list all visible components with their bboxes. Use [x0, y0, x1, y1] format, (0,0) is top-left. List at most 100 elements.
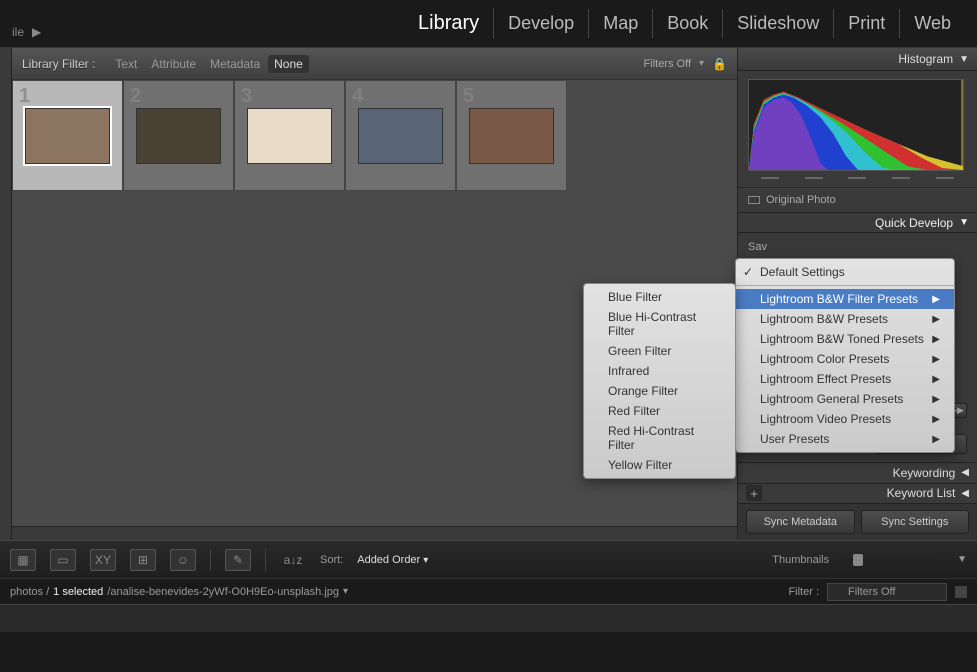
add-keyword-button[interactable]: + — [746, 485, 762, 501]
keyword-list-label: Keyword List — [887, 486, 956, 500]
preset-menu[interactable]: Default Settings Lightroom B&W Filter Pre… — [735, 258, 955, 453]
sync-metadata-button[interactable]: Sync Metadata — [746, 510, 855, 534]
preset-submenu-item[interactable]: Blue Hi-Contrast Filter — [584, 307, 735, 341]
library-filter-bar: Library Filter : TextAttributeMetadataNo… — [12, 48, 737, 80]
quick-develop-label: Quick Develop — [875, 216, 953, 230]
module-tabs: LibraryDevelopMapBookSlideshowPrintWeb — [404, 8, 965, 39]
preset-menu-item[interactable]: Lightroom Effect Presets▶ — [736, 369, 954, 389]
submenu-arrow-icon: ▶ — [932, 314, 940, 325]
filter-label: Filter : — [788, 586, 819, 598]
module-tab-book[interactable]: Book — [653, 9, 723, 38]
preset-submenu-item[interactable]: Red Hi-Contrast Filter — [584, 421, 735, 455]
histogram-zones — [748, 177, 967, 179]
triangle-left-icon: ◀ — [961, 467, 969, 478]
quick-develop-header[interactable]: Quick Develop ▼ — [738, 212, 977, 233]
chevron-down-icon[interactable]: ▾ — [343, 586, 348, 598]
lock-icon[interactable]: 🔒 — [712, 57, 727, 71]
module-tab-library[interactable]: Library — [404, 8, 494, 39]
loupe-view-icon[interactable]: ▭ — [50, 549, 76, 571]
preset-menu-item[interactable]: Lightroom B&W Filter Presets▶ — [736, 289, 954, 309]
filter-preset-dropdown[interactable]: Filters Off — [827, 583, 947, 601]
keyword-list-header[interactable]: + Keyword List ◀ — [738, 483, 977, 503]
thumbnail-index: 5 — [463, 85, 474, 108]
module-tab-print[interactable]: Print — [834, 9, 900, 38]
horizontal-scrollbar[interactable] — [12, 526, 737, 540]
preset-menu-item[interactable]: Lightroom Video Presets▶ — [736, 409, 954, 429]
original-photo-label: Original Photo — [766, 194, 836, 206]
photos-count: photos / — [10, 586, 49, 598]
menu-separator — [736, 285, 954, 286]
keywording-header[interactable]: Keywording ◀ — [738, 462, 977, 482]
thumbnail-index: 1 — [19, 85, 30, 108]
compare-view-icon[interactable]: XY — [90, 549, 116, 571]
preset-menu-item[interactable]: Lightroom B&W Toned Presets▶ — [736, 329, 954, 349]
toolbar-menu-icon[interactable]: ▼ — [957, 554, 967, 565]
thumbnail-row: 1 2 34 5 — [12, 80, 737, 191]
toolbar: ▦ ▭ XY ⊞ ☺ ✎ a↓z Sort: Added Order ▾ Thu… — [0, 540, 977, 578]
thumbnail-image — [358, 108, 443, 164]
filter-tab-none[interactable]: None — [268, 55, 309, 73]
preset-submenu-item[interactable]: Red Filter — [584, 401, 735, 421]
thumbnail[interactable]: 2 — [123, 80, 234, 191]
submenu-arrow-icon: ▶ — [932, 334, 940, 345]
preset-submenu-item[interactable]: Blue Filter — [584, 287, 735, 307]
filter-switch-icon[interactable] — [955, 586, 967, 598]
filter-preset-dropdown-icon[interactable]: ▾ — [699, 58, 704, 69]
preset-submenu-item[interactable]: Green Filter — [584, 341, 735, 361]
thumbnail[interactable]: 5 — [456, 80, 567, 191]
module-tab-map[interactable]: Map — [589, 9, 653, 38]
thumbnail[interactable]: 1 — [12, 80, 123, 191]
sort-value-dropdown[interactable]: Added Order ▾ — [357, 554, 428, 566]
triangle-down-icon: ▼ — [959, 217, 969, 228]
module-tab-slideshow[interactable]: Slideshow — [723, 9, 834, 38]
submenu-arrow-icon: ▶ — [932, 394, 940, 405]
module-tab-web[interactable]: Web — [900, 9, 965, 38]
filter-tab-attribute[interactable]: Attribute — [145, 55, 202, 73]
submenu-arrow-icon: ▶ — [932, 374, 940, 385]
photo-filename: /analise-benevides-2yWf-O0H9Eo-unsplash.… — [107, 586, 339, 598]
filter-tab-text[interactable]: Text — [109, 55, 143, 73]
thumbnail[interactable]: 3 — [234, 80, 345, 191]
left-panel-collapsed[interactable] — [0, 48, 12, 540]
filter-tabs: TextAttributeMetadataNone — [109, 55, 308, 73]
thumbnail-image — [247, 108, 332, 164]
slider-handle[interactable] — [853, 554, 863, 566]
breadcrumb[interactable]: photos / 1 selected /analise-benevides-2… — [10, 586, 348, 598]
preset-menu-item[interactable]: Default Settings — [736, 262, 954, 282]
filmstrip-info-bar: photos / 1 selected /analise-benevides-2… — [0, 578, 977, 604]
separator — [210, 549, 211, 571]
painter-tool-icon[interactable]: ✎ — [225, 549, 251, 571]
preset-menu-item[interactable]: Lightroom B&W Presets▶ — [736, 309, 954, 329]
module-tab-develop[interactable]: Develop — [494, 9, 589, 38]
sort-direction-icon[interactable]: a↓z — [280, 549, 306, 571]
preset-submenu-item[interactable]: Yellow Filter — [584, 455, 735, 475]
triangle-right-icon[interactable]: ▶ — [32, 25, 41, 39]
sort-label: Sort: — [320, 554, 343, 566]
grid-view-icon[interactable]: ▦ — [10, 549, 36, 571]
preset-menu-item[interactable]: Lightroom Color Presets▶ — [736, 349, 954, 369]
preset-menu-item[interactable]: User Presets▶ — [736, 429, 954, 449]
filter-tab-metadata[interactable]: Metadata — [204, 55, 266, 73]
histogram-chart[interactable] — [748, 79, 964, 171]
preset-submenu-item[interactable]: Infrared — [584, 361, 735, 381]
original-photo-row[interactable]: Original Photo — [738, 187, 977, 212]
thumbnail-index: 4 — [352, 85, 363, 108]
thumbnail-index: 2 — [130, 85, 141, 108]
people-view-icon[interactable]: ☺ — [170, 549, 196, 571]
filters-off-toggle[interactable]: Filters Off — [644, 58, 691, 70]
preset-menu-item[interactable]: Lightroom General Presets▶ — [736, 389, 954, 409]
sync-row: Sync Metadata Sync Settings — [738, 503, 977, 540]
submenu-arrow-icon: ▶ — [932, 434, 940, 445]
preset-submenu-item[interactable]: Orange Filter — [584, 381, 735, 401]
sync-settings-button[interactable]: Sync Settings — [861, 510, 970, 534]
separator — [265, 549, 266, 571]
selected-count: 1 selected — [53, 586, 103, 598]
histogram-header[interactable]: Histogram ▼ — [738, 48, 977, 71]
thumbnail[interactable]: 4 — [345, 80, 456, 191]
histogram-section — [738, 71, 977, 187]
preset-submenu[interactable]: Blue FilterBlue Hi-Contrast FilterGreen … — [583, 283, 736, 479]
thumbnail-size-slider[interactable] — [843, 558, 933, 562]
identity-plate-area: ile ▶ — [12, 25, 41, 39]
survey-view-icon[interactable]: ⊞ — [130, 549, 156, 571]
filmstrip-collapsed[interactable] — [0, 604, 977, 632]
